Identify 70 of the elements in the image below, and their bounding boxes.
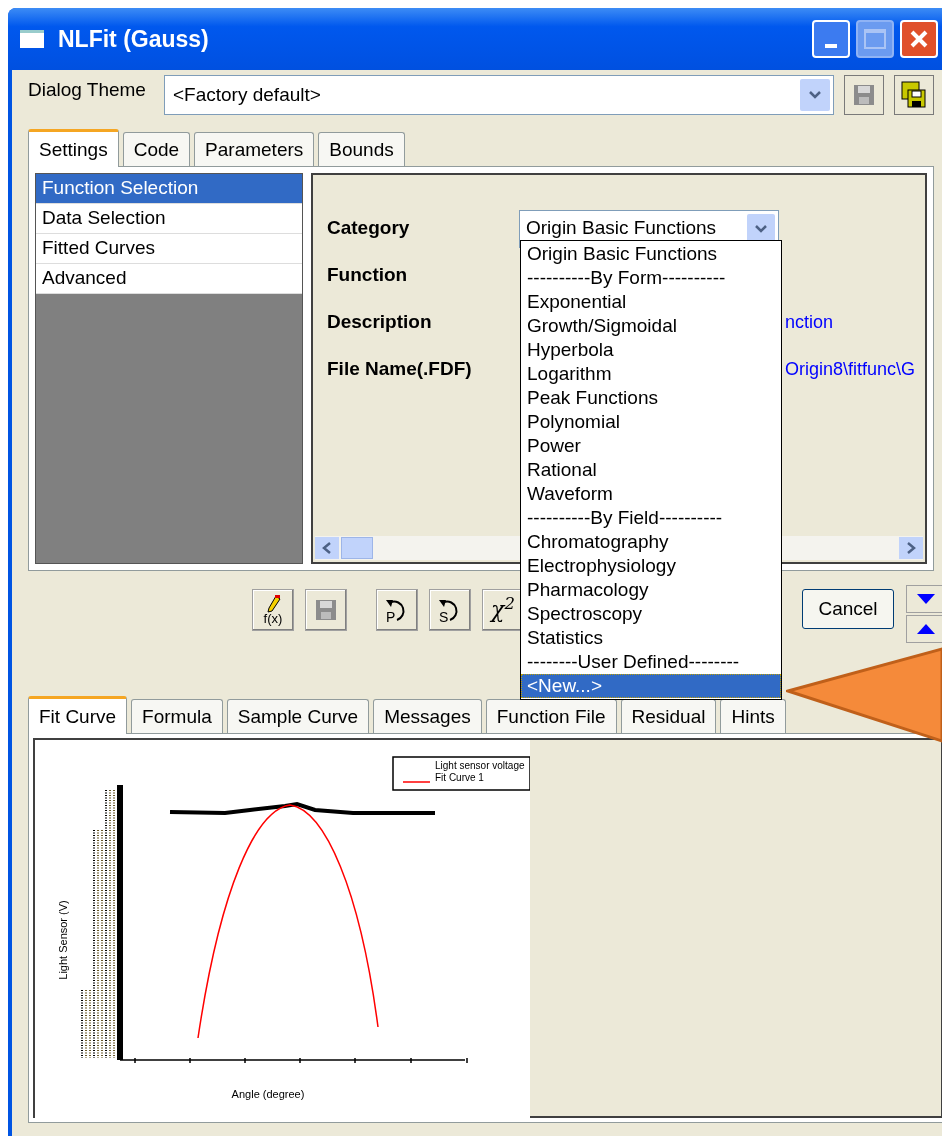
combobox-value: <Factory default> bbox=[173, 82, 322, 107]
close-button[interactable] bbox=[900, 20, 938, 58]
window-title: NLFit (Gauss) bbox=[58, 24, 209, 54]
down-arrow-icon bbox=[916, 594, 936, 604]
tab[interactable]: Function File bbox=[485, 699, 617, 733]
field-label: Description bbox=[327, 310, 433, 335]
dropdown-option[interactable]: Rational bbox=[521, 458, 781, 482]
tab[interactable]: Formula bbox=[131, 699, 223, 733]
dialog-theme-label: Dialog Theme bbox=[28, 77, 147, 102]
save-theme-button[interactable] bbox=[844, 75, 884, 115]
dialog-theme-combobox[interactable]: <Factory default> bbox=[164, 75, 834, 115]
y-axis-label: Light Sensor (V) bbox=[57, 900, 69, 980]
field-label: Function bbox=[327, 263, 409, 288]
toolbar-button[interactable]: P bbox=[376, 589, 418, 631]
toolbar-button[interactable]: S bbox=[429, 589, 471, 631]
window-icon bbox=[20, 30, 44, 48]
toolbar-button[interactable] bbox=[305, 589, 347, 631]
tab[interactable]: Parameters bbox=[194, 132, 315, 166]
dropdown-option[interactable]: Spectroscopy bbox=[521, 602, 781, 626]
scroll-right-icon bbox=[899, 537, 923, 559]
scroll-thumb[interactable] bbox=[341, 537, 373, 559]
dropdown-option[interactable]: Growth/Sigmoidal bbox=[521, 314, 781, 338]
dropdown-option[interactable]: <New...> bbox=[521, 674, 781, 698]
up-arrow-icon bbox=[916, 624, 936, 634]
dropdown-option[interactable]: Waveform bbox=[521, 482, 781, 506]
toolbar-button[interactable]: f(x) bbox=[252, 589, 294, 631]
save-as-icon bbox=[901, 81, 927, 109]
x-axis-label: Angle (degree) bbox=[231, 1088, 305, 1100]
field-value: Origin8\fitfunc\G bbox=[785, 358, 916, 381]
dropdown-option[interactable]: Polynomial bbox=[521, 410, 781, 434]
tab[interactable]: Bounds bbox=[318, 132, 405, 166]
move-up-button[interactable] bbox=[906, 615, 942, 643]
close-icon bbox=[909, 29, 929, 49]
legend-label: Light sensor voltage bbox=[435, 760, 525, 771]
dropdown-option[interactable]: ----------By Field---------- bbox=[521, 506, 781, 530]
tab[interactable]: Messages bbox=[373, 699, 482, 733]
dropdown-option[interactable]: Logarithm bbox=[521, 362, 781, 386]
minimize-icon bbox=[825, 44, 837, 48]
field-label: File Name(.FDF) bbox=[327, 357, 473, 382]
dropdown-option[interactable]: Pharmacology bbox=[521, 578, 781, 602]
dropdown-option[interactable]: Exponential bbox=[521, 290, 781, 314]
tab[interactable]: Sample Curve bbox=[226, 699, 370, 733]
cancel-button[interactable]: Cancel bbox=[802, 589, 894, 629]
maximize-icon bbox=[864, 29, 886, 49]
dropdown-option[interactable]: Hyperbola bbox=[521, 338, 781, 362]
combobox-value: Origin Basic Functions bbox=[526, 216, 718, 241]
tab[interactable]: Settings bbox=[28, 129, 119, 167]
tab[interactable]: Residual bbox=[620, 699, 717, 733]
save-icon bbox=[852, 83, 876, 107]
tab[interactable]: Code bbox=[122, 132, 191, 166]
scroll-left-icon bbox=[315, 537, 339, 559]
legend-line bbox=[402, 781, 431, 783]
chi-square-label: χ$^{2}$ bbox=[491, 599, 515, 621]
dropdown-option[interactable]: ----------By Form---------- bbox=[521, 266, 781, 290]
dropdown-option[interactable]: Electrophysiology bbox=[521, 554, 781, 578]
dropdown-option[interactable]: Chromatography bbox=[521, 530, 781, 554]
dropdown-option[interactable]: Statistics bbox=[521, 626, 781, 650]
save-icon bbox=[314, 598, 338, 622]
dropdown-option[interactable]: Power bbox=[521, 434, 781, 458]
field-value: nction bbox=[785, 311, 834, 334]
field-label: Category bbox=[327, 216, 411, 241]
minimize-button[interactable] bbox=[812, 20, 850, 58]
settings-list-item[interactable]: Function Selection bbox=[36, 174, 302, 204]
tab[interactable]: Fit Curve bbox=[28, 696, 128, 734]
dropdown-option[interactable]: --------User Defined-------- bbox=[521, 650, 781, 674]
dropdown-option[interactable]: Peak Functions bbox=[521, 386, 781, 410]
legend-label: Fit Curve 1 bbox=[435, 772, 484, 783]
move-down-button[interactable] bbox=[906, 585, 942, 613]
save-as-theme-button[interactable] bbox=[894, 75, 934, 115]
tab[interactable]: Hints bbox=[720, 699, 786, 733]
